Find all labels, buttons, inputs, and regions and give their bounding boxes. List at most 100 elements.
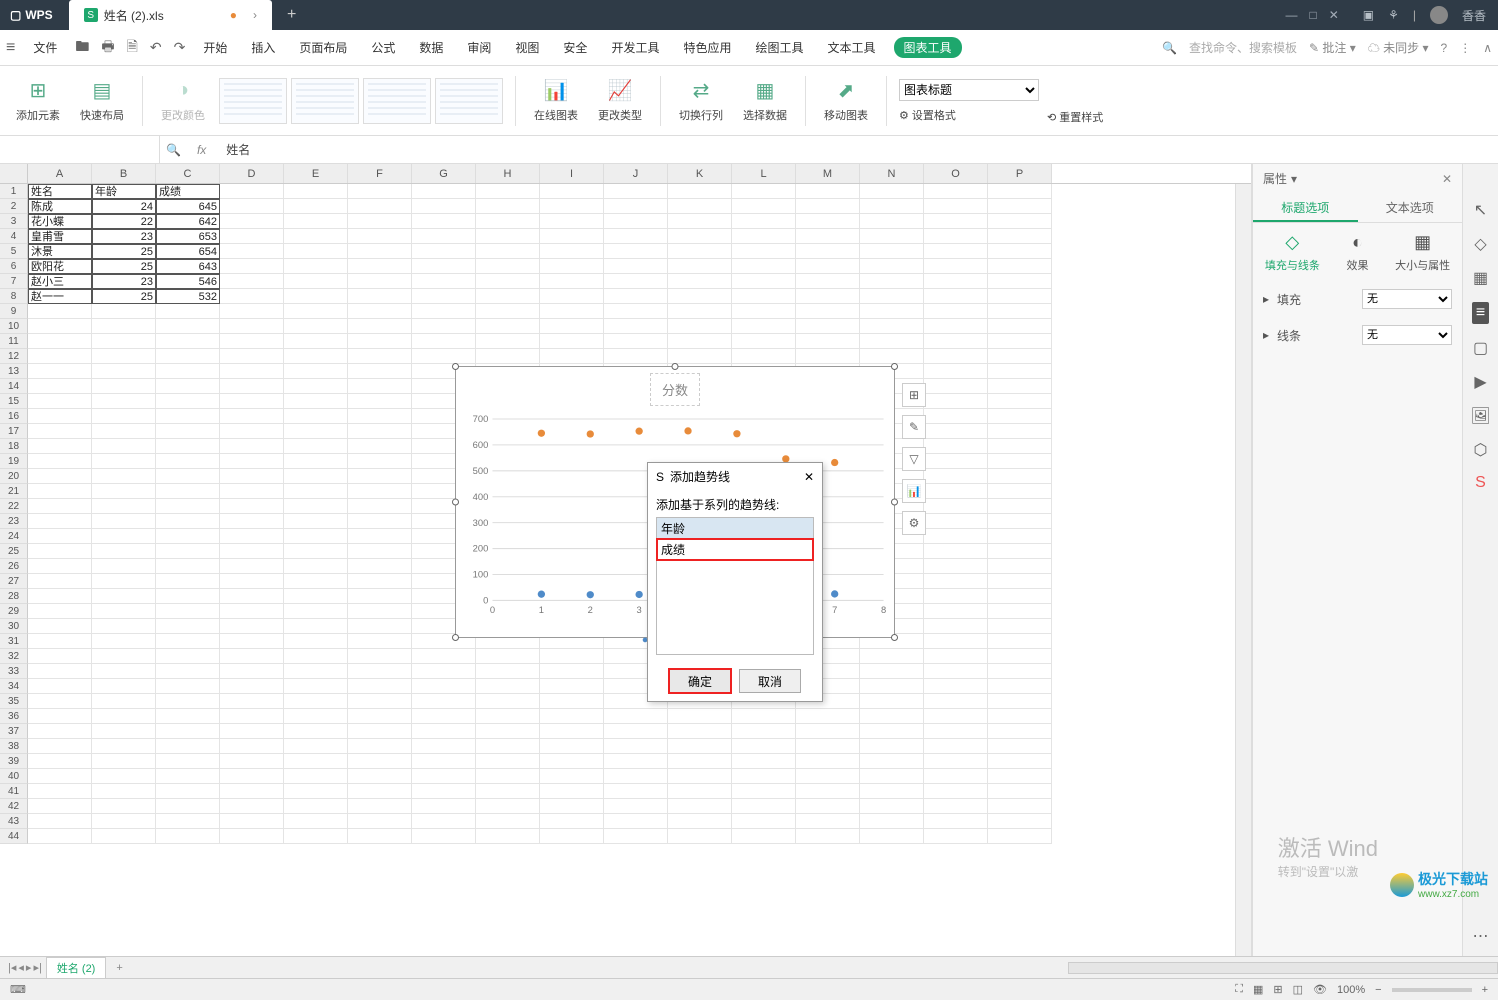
cell[interactable]: [668, 334, 732, 349]
cell[interactable]: [348, 754, 412, 769]
cell[interactable]: [156, 574, 220, 589]
cell[interactable]: [924, 574, 988, 589]
name-box[interactable]: [0, 136, 160, 163]
cell[interactable]: [668, 709, 732, 724]
cell[interactable]: [988, 694, 1052, 709]
cell[interactable]: [540, 214, 604, 229]
cell[interactable]: [604, 784, 668, 799]
cell[interactable]: [220, 289, 284, 304]
cell[interactable]: [284, 214, 348, 229]
cell[interactable]: [284, 409, 348, 424]
cell[interactable]: [668, 244, 732, 259]
zoom-out-icon[interactable]: −: [1375, 984, 1381, 996]
last-sheet-icon[interactable]: ▸|: [33, 961, 41, 974]
cell[interactable]: [796, 274, 860, 289]
cell[interactable]: [604, 244, 668, 259]
column-header[interactable]: L: [732, 164, 796, 183]
cell[interactable]: [156, 454, 220, 469]
cell[interactable]: [860, 829, 924, 844]
chart-style-1[interactable]: [219, 78, 287, 124]
cell[interactable]: [860, 229, 924, 244]
cell[interactable]: [220, 589, 284, 604]
cell[interactable]: [924, 199, 988, 214]
cell[interactable]: [860, 679, 924, 694]
cell[interactable]: [796, 724, 860, 739]
undo-icon[interactable]: ↶: [150, 39, 162, 56]
series-item[interactable]: 成绩: [657, 539, 813, 560]
cell[interactable]: [988, 544, 1052, 559]
cell[interactable]: [732, 184, 796, 199]
cell[interactable]: [348, 394, 412, 409]
row-header[interactable]: 6: [0, 259, 28, 274]
cell[interactable]: [92, 349, 156, 364]
cell[interactable]: [348, 589, 412, 604]
column-header[interactable]: J: [604, 164, 668, 183]
cell[interactable]: [924, 739, 988, 754]
cell[interactable]: [28, 409, 92, 424]
cell[interactable]: [540, 664, 604, 679]
cell[interactable]: [924, 754, 988, 769]
cell[interactable]: [412, 334, 476, 349]
cell[interactable]: [796, 784, 860, 799]
cell[interactable]: [284, 574, 348, 589]
cell[interactable]: [348, 619, 412, 634]
cell[interactable]: [156, 769, 220, 784]
cell[interactable]: [412, 679, 476, 694]
cell[interactable]: [540, 319, 604, 334]
cell[interactable]: [860, 784, 924, 799]
cell[interactable]: [476, 184, 540, 199]
cell[interactable]: [540, 694, 604, 709]
cell[interactable]: [28, 499, 92, 514]
cell[interactable]: [220, 649, 284, 664]
cell[interactable]: [92, 709, 156, 724]
row-header[interactable]: 3: [0, 214, 28, 229]
cell[interactable]: [92, 619, 156, 634]
cell[interactable]: [604, 709, 668, 724]
cell[interactable]: [412, 784, 476, 799]
cell[interactable]: [28, 319, 92, 334]
cell[interactable]: [156, 334, 220, 349]
cell[interactable]: 645: [156, 199, 220, 214]
chart-settings-icon[interactable]: ⚙: [902, 511, 926, 535]
help-icon[interactable]: ?: [1441, 41, 1448, 55]
cell[interactable]: [732, 274, 796, 289]
row-header[interactable]: 30: [0, 619, 28, 634]
cell[interactable]: [220, 409, 284, 424]
cell[interactable]: [988, 754, 1052, 769]
prev-sheet-icon[interactable]: ◂: [18, 961, 24, 974]
cell[interactable]: [220, 544, 284, 559]
cell[interactable]: [988, 274, 1052, 289]
cell[interactable]: [284, 454, 348, 469]
cell[interactable]: [988, 469, 1052, 484]
cell[interactable]: [988, 574, 1052, 589]
tab-close-icon[interactable]: ›: [253, 8, 257, 22]
cell[interactable]: 22: [92, 214, 156, 229]
cell[interactable]: [28, 304, 92, 319]
cell[interactable]: [988, 769, 1052, 784]
cell[interactable]: [988, 289, 1052, 304]
cell[interactable]: [476, 319, 540, 334]
cell[interactable]: [476, 229, 540, 244]
menu-dev[interactable]: 开发工具: [605, 39, 665, 56]
cell[interactable]: [156, 694, 220, 709]
cell[interactable]: [988, 184, 1052, 199]
cell[interactable]: [988, 304, 1052, 319]
cell[interactable]: 赵一一: [28, 289, 92, 304]
cell[interactable]: [284, 709, 348, 724]
menu-insert[interactable]: 插入: [245, 39, 281, 56]
cell[interactable]: [220, 829, 284, 844]
cell[interactable]: [28, 829, 92, 844]
gift-icon[interactable]: ⚘: [1388, 8, 1399, 22]
cell[interactable]: [284, 394, 348, 409]
cell[interactable]: [348, 724, 412, 739]
cell[interactable]: [476, 349, 540, 364]
cell[interactable]: [988, 334, 1052, 349]
cell[interactable]: [860, 739, 924, 754]
section-size[interactable]: ▦ 大小与属性: [1395, 231, 1450, 273]
cell[interactable]: [988, 454, 1052, 469]
cell[interactable]: [860, 289, 924, 304]
cell[interactable]: [348, 334, 412, 349]
menu-pagelayout[interactable]: 页面布局: [293, 39, 353, 56]
cell[interactable]: 赵小三: [28, 274, 92, 289]
cell[interactable]: [924, 634, 988, 649]
